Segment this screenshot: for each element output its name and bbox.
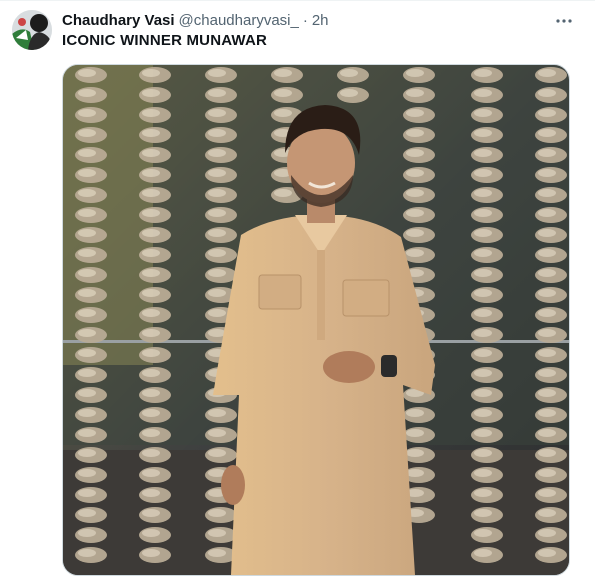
tweet-header: Chaudhary Vasi @chaudharyvasi_ · 2h — [62, 10, 555, 30]
tweet[interactable]: Chaudhary Vasi @chaudharyvasi_ · 2h ICON… — [0, 0, 595, 582]
author-name[interactable]: Chaudhary Vasi — [62, 12, 175, 29]
tweet-photo[interactable] — [62, 64, 570, 576]
separator-dot: · — [302, 11, 308, 29]
more-horizontal-icon — [556, 19, 572, 23]
author-handle[interactable]: @chaudharyvasi_ — [179, 12, 299, 29]
photo-illustration — [63, 65, 569, 575]
avatar-image — [12, 10, 52, 50]
tweet-text: ICONIC WINNER MUNAWAR — [62, 32, 268, 49]
top-divider — [0, 0, 595, 1]
tweet-time[interactable]: 2h — [312, 12, 329, 29]
more-button[interactable] — [551, 8, 577, 34]
author-avatar[interactable] — [12, 10, 52, 50]
